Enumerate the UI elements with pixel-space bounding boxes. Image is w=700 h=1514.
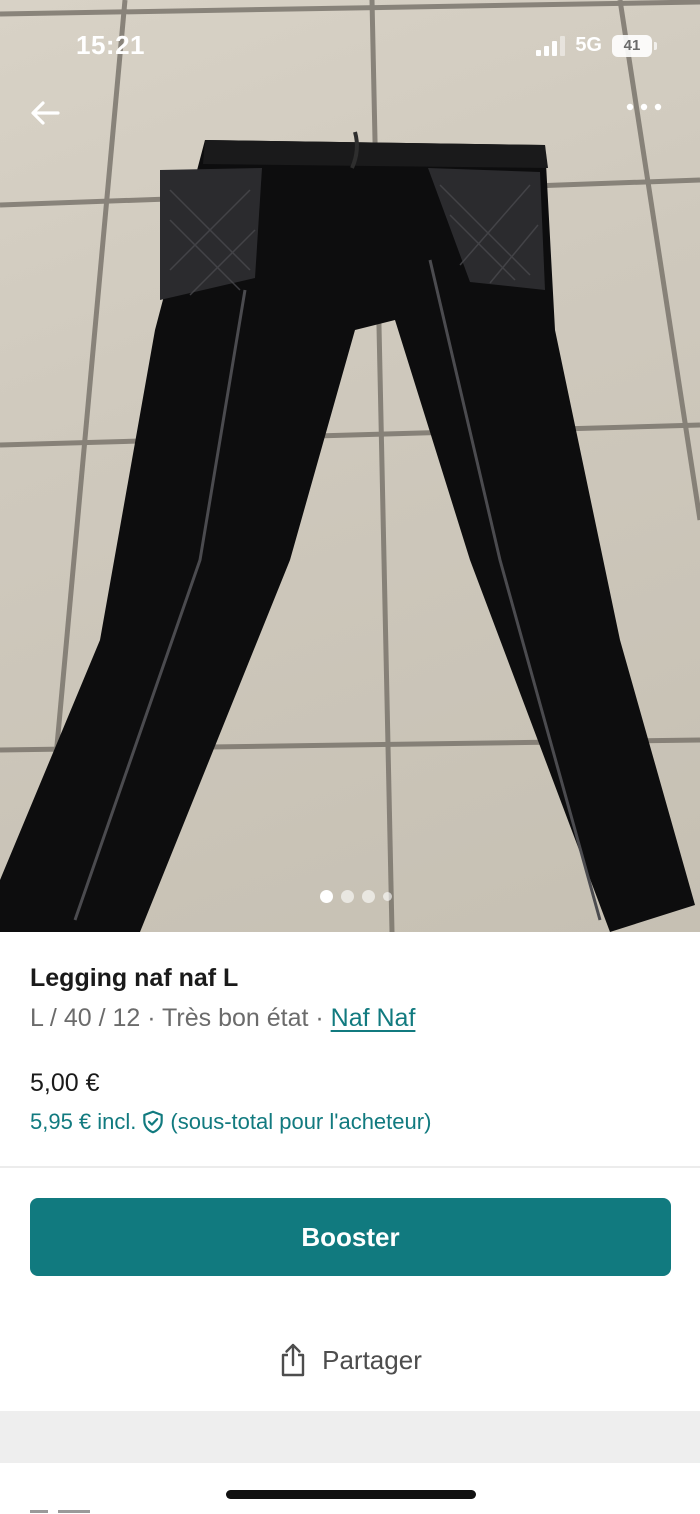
item-meta: L / 40 / 12 · Très bon état · Naf Naf — [30, 1004, 415, 1033]
status-indicators: 5G 41 — [536, 34, 657, 57]
signal-icon — [536, 35, 566, 56]
more-dots-icon — [626, 103, 662, 111]
battery-icon: 41 — [612, 34, 657, 57]
more-options-button[interactable] — [624, 102, 674, 146]
carousel-dot[interactable] — [341, 890, 354, 903]
status-time: 15:21 — [76, 30, 145, 60]
item-price: 5,00 € — [30, 1069, 100, 1097]
back-button[interactable] — [30, 100, 74, 144]
price-with-protection[interactable]: 5,95 € incl. (sous-total pour l'acheteur… — [30, 1109, 431, 1135]
home-indicator[interactable] — [226, 1490, 476, 1499]
share-button[interactable]: Partager — [0, 1322, 700, 1398]
brand-link[interactable]: Naf Naf — [331, 1004, 416, 1032]
section-separator — [0, 1411, 700, 1463]
price-incl-note: (sous-total pour l'acheteur) — [170, 1109, 432, 1134]
carousel-dot[interactable] — [362, 890, 375, 903]
item-title: Legging naf naf L — [30, 964, 239, 992]
booster-button[interactable]: Booster — [30, 1198, 671, 1276]
meta-separator: · — [308, 1004, 331, 1032]
product-photo[interactable]: 15:21 5G 41 — [0, 0, 700, 932]
meta-separator: · — [140, 1004, 163, 1032]
item-condition: Très bon état — [162, 1004, 309, 1032]
item-size: L / 40 / 12 — [30, 1004, 141, 1032]
back-arrow-icon — [31, 101, 60, 125]
price-incl-value: 5,95 € incl. — [30, 1109, 137, 1134]
network-type: 5G — [575, 34, 602, 56]
next-section-peek — [30, 1506, 140, 1514]
carousel-indicator — [320, 890, 392, 903]
share-icon — [281, 1343, 305, 1377]
product-image — [0, 0, 700, 932]
divider — [0, 1166, 700, 1168]
shield-check-icon — [143, 1110, 164, 1134]
carousel-dot[interactable] — [383, 892, 392, 901]
share-label: Partager — [322, 1344, 422, 1375]
carousel-dot[interactable] — [320, 890, 333, 903]
